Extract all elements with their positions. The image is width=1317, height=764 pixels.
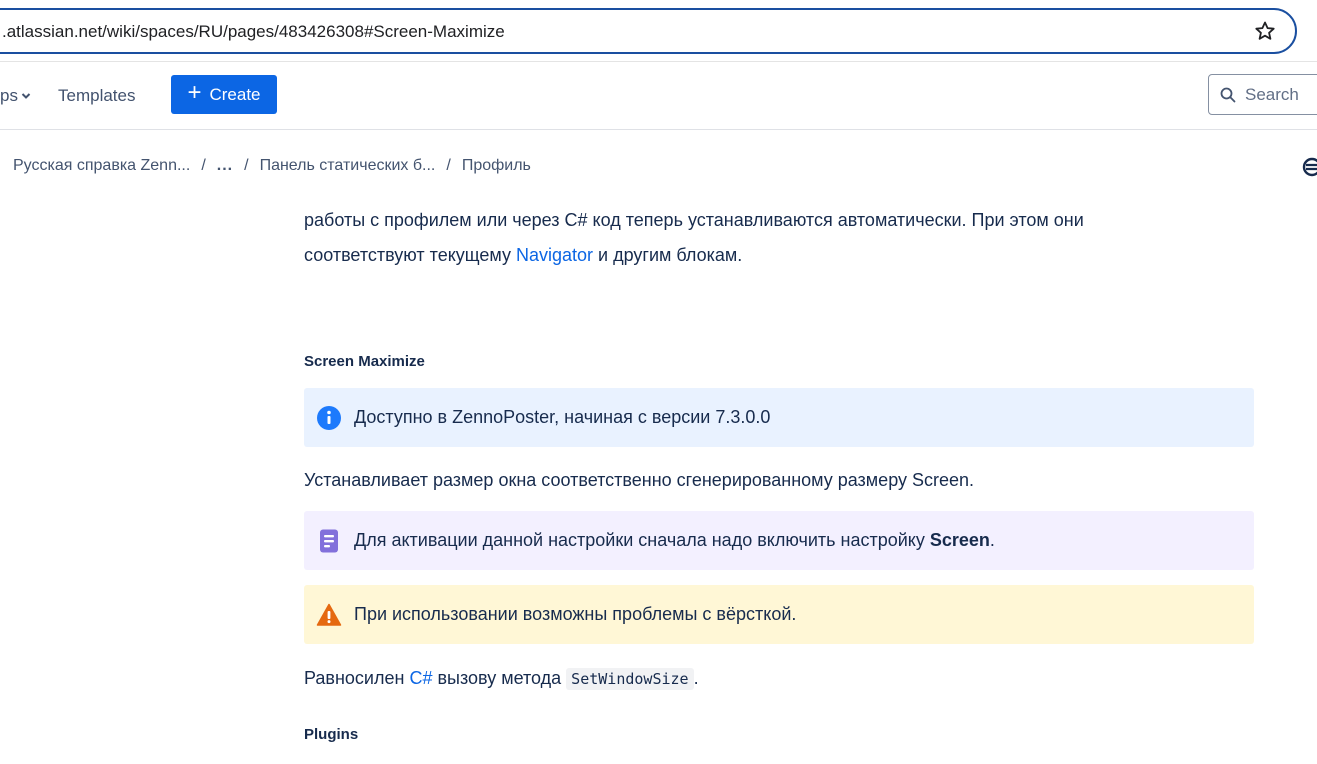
page-actions-icon[interactable] — [1300, 156, 1317, 178]
equiv-before: Равносилен — [304, 668, 410, 688]
section-title-screen-maximize: Screen Maximize — [304, 353, 425, 370]
section-title-plugins: Plugins — [304, 726, 359, 743]
note-panel: Для активации данной настройки сначала н… — [304, 511, 1254, 570]
info-panel-text: Доступно в ZennoPoster, начиная с версии… — [354, 407, 771, 427]
bookmark-star-icon[interactable] — [1253, 19, 1277, 43]
note-icon — [320, 529, 338, 552]
create-label: Create — [209, 84, 261, 104]
templates-link[interactable]: Templates — [58, 86, 135, 106]
breadcrumb-item-space[interactable]: Русская справка Zenn... — [13, 157, 190, 175]
intro-paragraph: работы с профилем или через C# код тепер… — [304, 203, 1084, 273]
note-text-after: . — [989, 530, 995, 550]
apps-menu[interactable]: ps — [0, 86, 32, 106]
intro-line1: работы с профилем или через C# код тепер… — [304, 210, 1084, 230]
csharp-link[interactable]: C# — [409, 668, 432, 688]
chevron-down-icon — [21, 93, 31, 99]
plus-icon: + — [187, 79, 202, 106]
warning-panel-text: При использовании возможны проблемы с вё… — [354, 604, 797, 624]
top-navigation: ps Templates + Create Search — [0, 62, 1317, 130]
browser-toolbar: .atlassian.net/wiki/spaces/RU/pages/4834… — [0, 0, 1317, 62]
note-panel-text: Для активации данной настройки сначала н… — [354, 530, 995, 551]
apps-label: ps — [0, 86, 18, 105]
create-button[interactable]: + Create — [171, 75, 277, 114]
search-placeholder: Search — [1245, 84, 1299, 104]
breadcrumb-separator: / — [446, 157, 451, 174]
search-icon — [1220, 87, 1236, 102]
warning-icon — [316, 603, 342, 626]
breadcrumb-separator: / — [201, 157, 206, 174]
equivalent-paragraph: Равносилен C# вызову метода SetWindowSiz… — [304, 661, 699, 697]
navigator-link[interactable]: Navigator — [516, 245, 593, 265]
equiv-middle: вызову метода — [432, 668, 567, 688]
breadcrumb-separator: / — [244, 157, 249, 174]
breadcrumb-item-more[interactable]: ... — [217, 157, 233, 175]
intro-line2-after: и другим блокам. — [593, 245, 743, 265]
intro-line2-before: соответствуют текущему — [304, 245, 516, 265]
method-code: SetWindowSize — [566, 668, 694, 690]
note-text-before: Для активации данной настройки сначала н… — [354, 530, 930, 550]
address-bar[interactable]: .atlassian.net/wiki/spaces/RU/pages/4834… — [0, 8, 1297, 54]
breadcrumb-item-parent[interactable]: Панель статических б... — [260, 157, 436, 175]
description-paragraph: Устанавливает размер окна соответственно… — [304, 470, 975, 490]
breadcrumb: Русская справка Zenn... / ... / Панель с… — [13, 157, 531, 175]
info-panel: Доступно в ZennoPoster, начиная с версии… — [304, 388, 1254, 447]
equiv-after: . — [693, 668, 699, 688]
url-text[interactable]: .atlassian.net/wiki/spaces/RU/pages/4834… — [2, 22, 505, 42]
search-input[interactable]: Search — [1208, 74, 1317, 115]
warning-panel: При использовании возможны проблемы с вё… — [304, 585, 1254, 644]
breadcrumb-item-current[interactable]: Профиль — [462, 157, 531, 175]
note-text-bold: Screen — [929, 530, 990, 550]
info-icon — [317, 405, 341, 430]
